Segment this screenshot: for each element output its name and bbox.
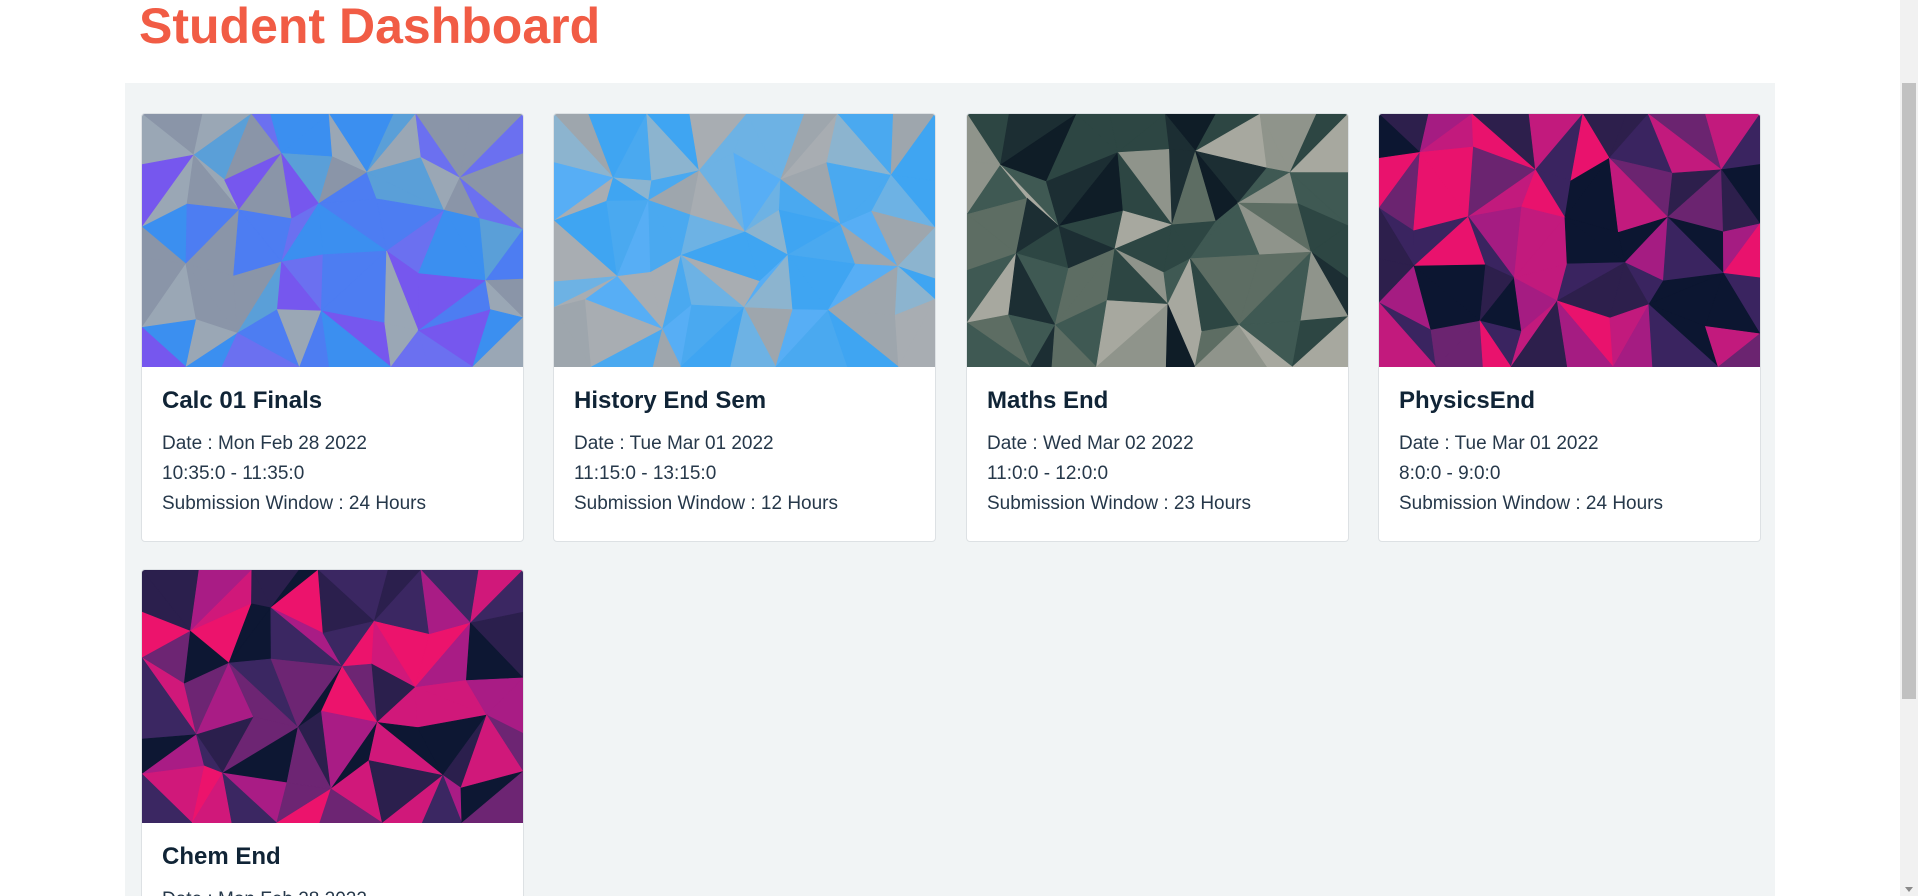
exam-card-history-end-sem[interactable]: History End Sem Date : Tue Mar 01 2022 1… [553, 113, 936, 542]
exam-date: Date : Tue Mar 01 2022 [574, 433, 774, 454]
exam-title: Chem End [162, 843, 281, 870]
exam-title: Maths End [987, 387, 1109, 414]
exam-time: 8:0:0 - 9:0:0 [1399, 463, 1501, 484]
card-body: Calc 01 Finals Date : Mon Feb 28 2022 10… [142, 367, 523, 541]
card-cover-image [967, 114, 1348, 367]
scroll-down-arrow-icon[interactable] [1905, 887, 1913, 892]
exam-board: Calc 01 Finals Date : Mon Feb 28 2022 10… [125, 83, 1775, 896]
exam-date: Date : Tue Mar 01 2022 [1399, 433, 1599, 454]
scrollbar-thumb[interactable] [1902, 83, 1916, 699]
submission-window: Submission Window : 23 Hours [987, 493, 1251, 514]
page-title: Student Dashboard [139, 0, 601, 54]
submission-window: Submission Window : 12 Hours [574, 493, 838, 514]
exam-card-maths-end[interactable]: Maths End Date : Wed Mar 02 2022 11:0:0 … [966, 113, 1349, 542]
card-body: History End Sem Date : Tue Mar 01 2022 1… [554, 367, 935, 541]
exam-time: 11:0:0 - 12:0:0 [987, 463, 1109, 484]
card-cover-image [142, 114, 523, 367]
exam-card-physicsend[interactable]: PhysicsEnd Date : Tue Mar 01 2022 8:0:0 … [1378, 113, 1761, 542]
card-body: PhysicsEnd Date : Tue Mar 01 2022 8:0:0 … [1379, 367, 1760, 541]
exam-card-chem-end[interactable]: Chem End Date : Mon Feb 28 2022 [141, 569, 524, 896]
exam-date: Date : Mon Feb 28 2022 [162, 433, 367, 454]
exam-title: Calc 01 Finals [162, 387, 323, 414]
exam-time: 11:15:0 - 13:15:0 [574, 463, 717, 484]
card-cover-image [142, 570, 523, 823]
card-cover-image [1379, 114, 1760, 367]
submission-window: Submission Window : 24 Hours [162, 493, 426, 514]
exam-card-calc-01-finals[interactable]: Calc 01 Finals Date : Mon Feb 28 2022 10… [141, 113, 524, 542]
exam-title: History End Sem [574, 387, 767, 414]
card-body: Maths End Date : Wed Mar 02 2022 11:0:0 … [967, 367, 1348, 541]
card-cover-image [554, 114, 935, 367]
submission-window: Submission Window : 24 Hours [1399, 493, 1663, 514]
exam-date: Date : Mon Feb 28 2022 [162, 885, 503, 896]
vertical-scrollbar[interactable] [1900, 0, 1918, 896]
exam-date: Date : Wed Mar 02 2022 [987, 433, 1194, 454]
card-body: Chem End Date : Mon Feb 28 2022 [142, 823, 523, 896]
page: Student Dashboard Calc 01 Finals Date : … [0, 0, 1918, 896]
exam-time: 10:35:0 - 11:35:0 [162, 463, 305, 484]
exam-title: PhysicsEnd [1399, 387, 1536, 414]
